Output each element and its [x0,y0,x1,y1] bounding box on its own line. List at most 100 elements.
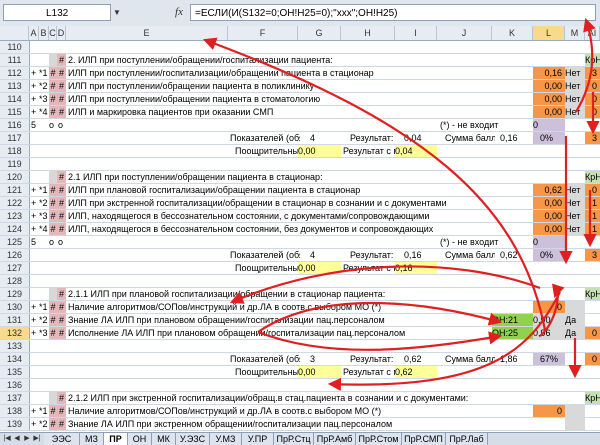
row-header[interactable]: 137 [0,392,30,404]
row-header[interactable]: 134 [0,353,30,365]
cell-ai[interactable]: 0 [585,80,600,92]
cell-m[interactable]: Нет [565,80,585,92]
indicator-count[interactable]: 4 [310,249,335,261]
cell-a[interactable]: + [31,197,39,209]
cell-l[interactable]: 0,00 [533,93,565,105]
result-label[interactable]: Результат: [350,132,395,144]
kr-button[interactable]: КрН [585,392,600,404]
cell-a[interactable]: 5 [31,236,39,248]
cell-d[interactable]: # [57,80,66,92]
bonus-value[interactable]: 0,00 [298,262,341,274]
cell-c[interactable]: # [49,314,57,326]
name-box-dropdown-icon[interactable]: ▼ [112,4,122,21]
column-header-g[interactable]: G [298,26,341,40]
cell-d[interactable]: # [57,171,66,183]
sheet-tab[interactable]: ПрР.Амб [314,433,356,445]
sheet-tab[interactable]: У.ЭЗС [176,433,210,445]
cell-c[interactable] [49,392,57,404]
section-title[interactable]: 2.1.2 ИЛП при экстренной госпитализации/… [68,392,488,404]
score-sum-label[interactable]: Сумма баллов: [445,249,495,261]
kr-button[interactable]: КрН [585,54,600,66]
cell-c[interactable]: # [49,223,57,235]
cell-ai[interactable]: 1 [585,197,600,209]
row-header[interactable]: 111 [0,54,30,66]
cell-l[interactable]: 0 [533,405,565,417]
cell-c[interactable]: # [49,106,57,118]
score-sum-value[interactable]: 0,62 [500,249,530,261]
result-value[interactable]: 0,04 [404,132,434,144]
column-header-c[interactable]: C [49,26,57,40]
result-bonus-value[interactable]: 0,62 [395,366,437,378]
cell-m[interactable]: Нет [565,184,585,196]
sheet-tab[interactable]: ПрР.Стц [274,433,314,445]
percent-value[interactable]: 0% [540,132,564,144]
note-text[interactable]: (*) - не входит [440,236,530,248]
score-sum-label[interactable]: Сумма баллов: [445,132,495,144]
cell-d[interactable]: # [57,106,66,118]
cell-a[interactable]: + [31,314,39,326]
indicator-text[interactable]: ИЛП при экстренной госпитализации/обраще… [68,197,488,209]
cell-l[interactable]: 0,62 [533,184,565,196]
cell-m[interactable]: Нет [565,93,585,105]
row-header[interactable]: 129 [0,288,30,300]
row-header[interactable]: 131 [0,314,30,326]
reference-cell[interactable]: ОН:21 [492,314,533,326]
cell-c[interactable]: # [49,67,57,79]
row-header[interactable]: 123 [0,210,30,222]
cell-b[interactable]: *4 [39,106,49,118]
column-header-b[interactable]: B [39,26,49,40]
indicator-text[interactable]: ИЛП при поступлении/обращении пациента в… [68,93,488,105]
cell-ai[interactable]: 1 [585,210,600,222]
cell-ai[interactable]: 0 [585,93,600,105]
cell-ai[interactable]: 3 [585,249,600,261]
formula-input[interactable]: =ЕСЛИ(И(S132=0;ОН!H25=0);"ххх";ОН!H25) [190,4,596,21]
summary-label[interactable]: Показателей (обязат.тр.): [230,132,300,144]
row-header[interactable]: 117 [0,132,30,144]
summary-label[interactable]: Показателей (обязат.тр.): [230,353,300,365]
row-header[interactable]: 110 [0,41,30,53]
cell-m[interactable]: Нет [565,106,585,118]
cell-c[interactable]: # [49,405,57,417]
column-header-d[interactable]: D [57,26,66,40]
result-value[interactable]: 0,62 [404,353,434,365]
indicator-text[interactable]: ИЛП при поступлении/обращении пациента в… [68,80,488,92]
row-header[interactable]: 132 [0,327,30,339]
indicator-text[interactable]: ИЛП при плановой госпитализации/обращени… [68,184,488,196]
section-title[interactable]: 2.1 ИЛП при поступлении/обращении пациен… [68,171,488,183]
cell-d[interactable]: # [57,392,66,404]
column-header-ai[interactable]: AI [585,26,600,40]
sheet-tab[interactable]: У.ПР [242,433,274,445]
cell-d[interactable]: # [57,288,66,300]
cell-b[interactable]: *1 [39,405,49,417]
cell-ai[interactable]: 0 [585,353,600,365]
cell-a[interactable]: + [31,223,39,235]
cell-l[interactable]: 0,00 [533,80,565,92]
cell-m[interactable]: Да [565,314,585,326]
summary-label[interactable]: Показателей (обязат.тр.): [230,249,300,261]
cell-d[interactable]: # [57,223,66,235]
row-header[interactable]: 124 [0,223,30,235]
cell-c[interactable]: # [49,418,57,430]
cell-c[interactable]: # [49,93,57,105]
score-sum-label[interactable]: Сумма баллов: [445,353,495,365]
cell-b[interactable]: *2 [39,418,49,430]
column-header-m[interactable]: M [565,26,585,40]
row-header[interactable]: 133 [0,340,30,352]
sheet-tab[interactable]: ПрР.Стом [356,433,402,445]
cell-b[interactable]: *2 [39,314,49,326]
column-header-a[interactable]: A [29,26,39,40]
bonus-label[interactable]: Поощрительный балл: [235,366,305,378]
cell-d[interactable]: # [57,210,66,222]
cell-m[interactable] [565,405,585,417]
result-value[interactable]: 0,16 [404,249,434,261]
sheet-tab[interactable]: ЭЭС [44,433,80,445]
cell-d[interactable]: # [57,418,66,430]
cell-b[interactable]: *1 [39,67,49,79]
percent-value[interactable]: 67% [540,353,564,365]
cell-ai[interactable]: 0 [585,184,600,196]
bonus-value[interactable]: 0,00 [298,145,341,157]
cell-a[interactable]: + [31,210,39,222]
cell-a[interactable]: + [31,80,39,92]
kr-button[interactable]: КрН [585,288,600,300]
cell-l[interactable]: 0 [533,301,565,313]
